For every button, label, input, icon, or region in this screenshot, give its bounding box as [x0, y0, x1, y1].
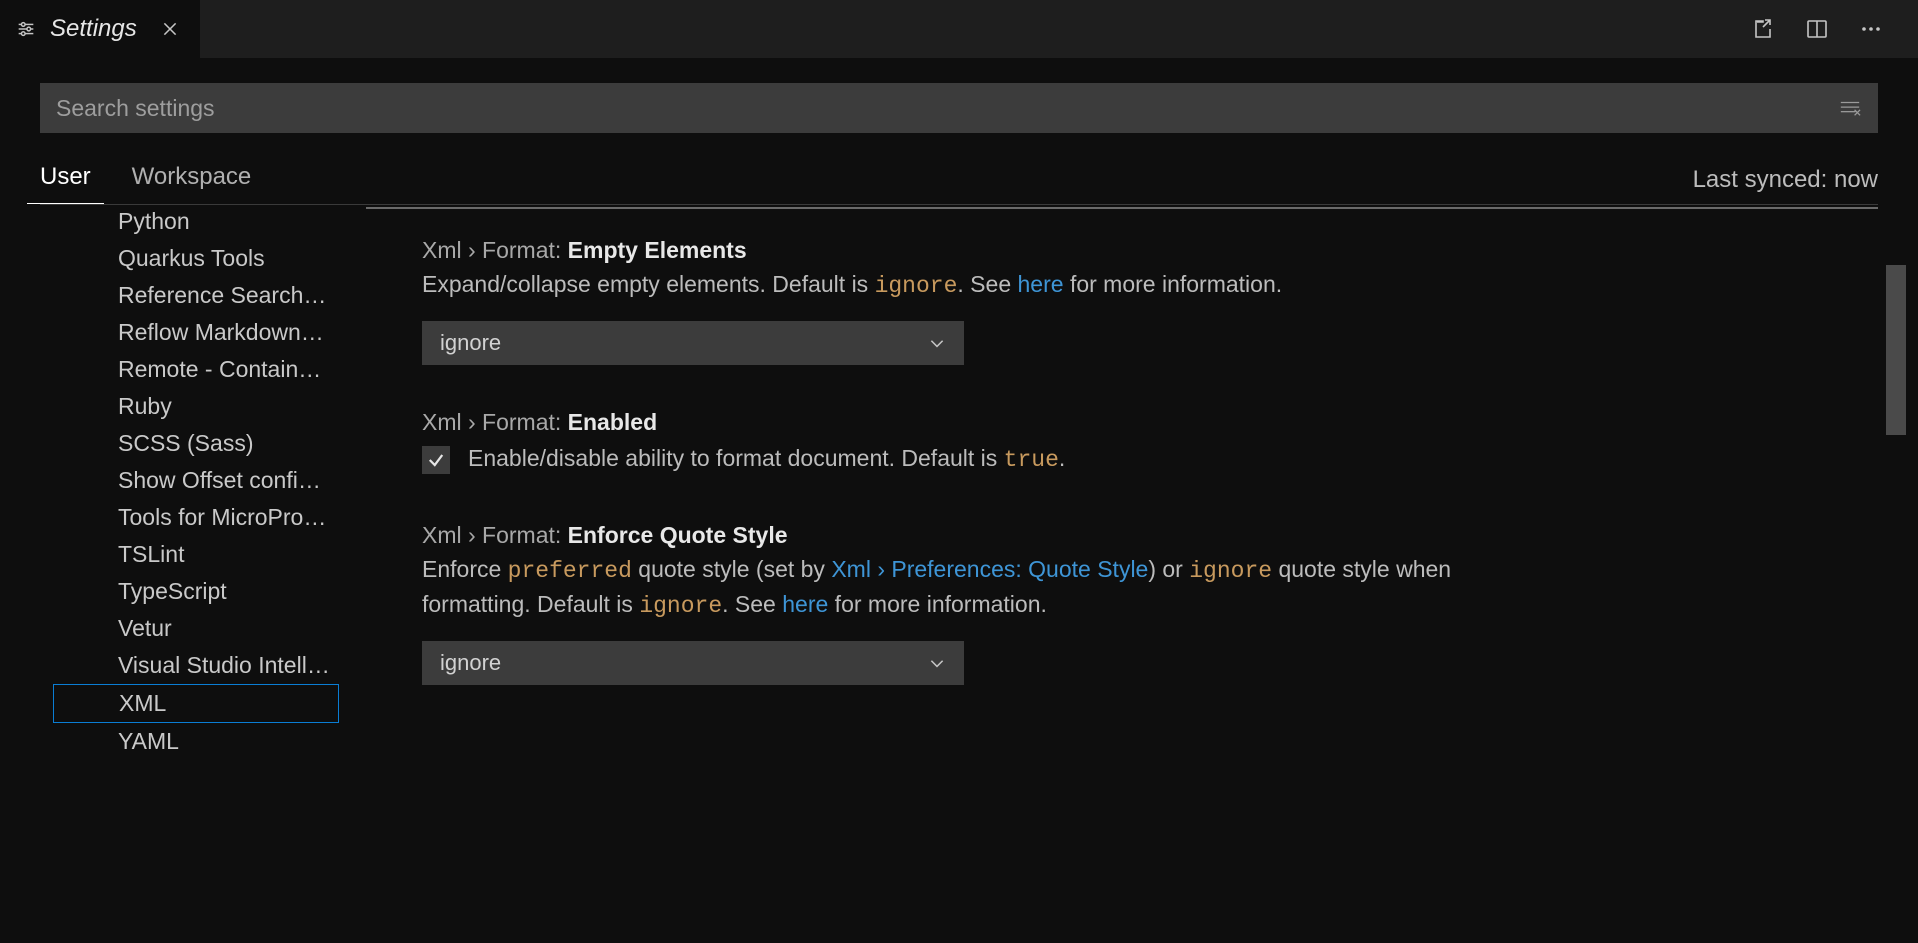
sidebar-item[interactable]: Python	[40, 207, 330, 240]
clear-search-icon[interactable]	[1838, 97, 1862, 119]
select-empty-elements[interactable]: ignore	[422, 321, 964, 365]
sync-status[interactable]: Last synced: now	[1693, 166, 1878, 194]
search-input[interactable]	[56, 95, 1838, 122]
checkbox-enabled[interactable]	[422, 446, 450, 474]
sidebar-item[interactable]: TSLint	[40, 536, 330, 573]
open-json-icon[interactable]	[1750, 16, 1776, 42]
sidebar-item-xml[interactable]: XML	[53, 684, 339, 723]
settings-file-icon	[14, 18, 38, 40]
sidebar-item[interactable]: Reflow Markdown Description	[40, 314, 330, 351]
sidebar-item[interactable]: Reference Search View	[40, 277, 330, 314]
setting-description: Enable/disable ability to format documen…	[468, 442, 1065, 477]
tab-title: Settings	[50, 15, 137, 43]
tab-workspace[interactable]: Workspace	[132, 155, 252, 204]
editor-actions	[1750, 16, 1918, 42]
setting-empty-elements: Xml › Format: Empty Elements Expand/coll…	[422, 237, 1542, 365]
tab-bar: Settings	[0, 0, 1918, 58]
setting-enforce-quote: Xml › Format: Enforce Quote Style Enforc…	[422, 522, 1542, 686]
sidebar-item[interactable]: SCSS (Sass)	[40, 425, 330, 462]
more-actions-icon[interactable]	[1858, 16, 1884, 42]
select-value: ignore	[440, 330, 501, 356]
tab-settings[interactable]: Settings	[0, 0, 200, 58]
chevron-down-icon	[928, 334, 946, 352]
pref-link[interactable]: Xml › Preferences: Quote Style	[831, 556, 1148, 582]
sidebar-item[interactable]: TypeScript	[40, 573, 330, 610]
setting-title: Xml › Format: Enforce Quote Style	[422, 522, 1542, 549]
setting-description: Enforce preferred quote style (set by Xm…	[422, 553, 1542, 624]
chevron-down-icon	[928, 654, 946, 672]
sidebar-item[interactable]: Tools for MicroProfile	[40, 499, 330, 536]
close-icon[interactable]	[161, 20, 179, 38]
sidebar-item[interactable]: Vetur	[40, 610, 330, 647]
sidebar-item[interactable]: YAML	[40, 723, 330, 760]
tab-group: Settings	[0, 0, 200, 58]
sidebar-item[interactable]: Show Offset configuration	[40, 462, 330, 499]
settings-tree: Python Quarkus Tools Reference Search Vi…	[40, 207, 366, 943]
setting-enabled: Xml › Format: Enabled Enable/disable abi…	[422, 409, 1542, 477]
setting-description: Expand/collapse empty elements. Default …	[422, 268, 1542, 303]
content: Python Quarkus Tools Reference Search Vi…	[40, 207, 1878, 943]
setting-title: Xml › Format: Enabled	[422, 409, 1542, 436]
sidebar-item[interactable]: Quarkus Tools	[40, 240, 330, 277]
vertical-scrollbar[interactable]	[1886, 265, 1906, 435]
settings-list: Xml › Format: Empty Elements Expand/coll…	[366, 207, 1878, 943]
doc-link[interactable]: here	[782, 591, 828, 617]
tab-user[interactable]: User	[27, 155, 104, 204]
split-editor-icon[interactable]	[1804, 16, 1830, 42]
setting-title: Xml › Format: Empty Elements	[422, 237, 1542, 264]
doc-link[interactable]: here	[1018, 271, 1064, 297]
sidebar-item[interactable]: Visual Studio IntelliCode	[40, 647, 330, 684]
search-box[interactable]	[40, 83, 1878, 133]
select-enforce-quote[interactable]: ignore	[422, 641, 964, 685]
sidebar-item[interactable]: Remote - Containers	[40, 351, 330, 388]
sidebar-item[interactable]: Ruby	[40, 388, 330, 425]
scope-row: User Workspace Last synced: now	[40, 155, 1878, 205]
select-value: ignore	[440, 650, 501, 676]
settings-body: User Workspace Last synced: now Python Q…	[0, 58, 1918, 943]
